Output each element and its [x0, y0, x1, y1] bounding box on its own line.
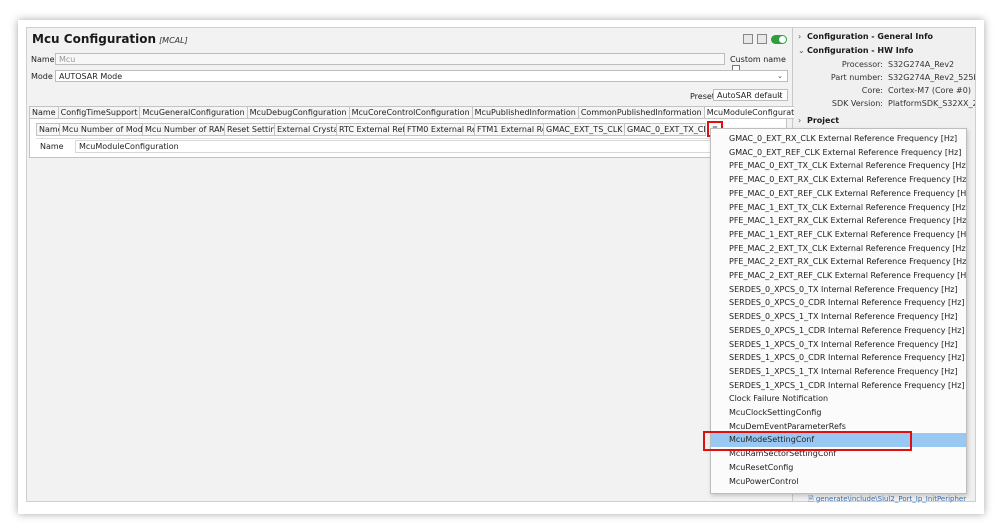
column-header[interactable]: External Crystal ...: [274, 123, 336, 136]
hw-info-section[interactable]: ⌄ Configuration - HW Info: [798, 46, 913, 55]
menu-item[interactable]: SERDES_0_XPCS_0_CDR Internal Reference F…: [711, 296, 966, 310]
row-name-value[interactable]: McuModuleConfiguration: [75, 140, 755, 153]
generated-file-path: generate\include\Siul2_Port_Ip_InitPerip…: [815, 495, 967, 503]
selection-highlight-box: [703, 431, 912, 451]
core-label: Core:: [861, 86, 883, 95]
menu-item[interactable]: PFE_MAC_0_EXT_TX_CLK External Reference …: [711, 159, 966, 173]
enable-toggle[interactable]: [771, 34, 787, 44]
column-header[interactable]: GMAC_EXT_TS_CLK E...: [543, 123, 624, 136]
menu-item[interactable]: SERDES_0_XPCS_0_TX Internal Reference Fr…: [711, 283, 966, 297]
title-text: Mcu Configuration: [32, 32, 157, 46]
table-row[interactable]: Name McuModuleConfiguration: [36, 138, 782, 154]
general-info-title: Configuration - General Info: [807, 32, 934, 41]
menu-item[interactable]: Clock Failure Notification: [711, 392, 966, 406]
menu-item[interactable]: SERDES_1_XPCS_0_TX Internal Reference Fr…: [711, 338, 966, 352]
general-info-section[interactable]: › Configuration - General Info: [798, 32, 933, 41]
menu-item[interactable]: PFE_MAC_1_EXT_REF_CLK External Reference…: [711, 228, 966, 242]
mode-label: Mode: [31, 72, 53, 81]
part-number-label: Part number:: [830, 73, 883, 82]
menu-item[interactable]: PFE_MAC_2_EXT_TX_CLK External Reference …: [711, 242, 966, 256]
chevron-right-icon: ›: [798, 32, 802, 41]
name-field[interactable]: Mcu: [55, 53, 725, 65]
processor-value: S32G274A_Rev2: [888, 60, 955, 69]
column-header[interactable]: Mcu Number of RAM...: [142, 123, 224, 136]
column-headers: Name Mcu Number of Mod... Mcu Number of …: [36, 123, 706, 136]
project-title: Project: [807, 116, 840, 125]
column-header[interactable]: Mcu Number of Mod...: [59, 123, 142, 136]
menu-item[interactable]: McuResetConfig: [711, 461, 966, 475]
core-value: Cortex-M7 (Core #0): [888, 86, 971, 95]
mcal-tag: [MCAL]: [159, 36, 188, 45]
chevron-down-icon: ⌄: [777, 72, 783, 80]
column-header[interactable]: FTM1 External Ref...: [474, 123, 543, 136]
editor-header: Mcu Configuration [MCAL]: [27, 28, 793, 48]
chevron-right-icon: ›: [798, 116, 802, 125]
sdk-version-value: PlatformSDK_S32XX_2022_07: [888, 99, 975, 108]
menu-item[interactable]: McuClockSettingConfig: [711, 406, 966, 420]
menu-item[interactable]: PFE_MAC_1_EXT_RX_CLK External Reference …: [711, 214, 966, 228]
preset-label: Preset: [690, 92, 715, 101]
menu-item[interactable]: GMAC_0_EXT_REF_CLK External Reference Fr…: [711, 146, 966, 160]
column-header[interactable]: GMAC_0_EXT_TX_CLK ...: [624, 123, 706, 136]
preset-value: AutoSAR default: [717, 91, 783, 100]
page-title: Mcu Configuration [MCAL]: [32, 32, 188, 46]
chevron-down-icon: ⌄: [798, 46, 805, 55]
core-row: Core: Cortex-M7 (Core #0): [794, 86, 975, 96]
sdk-version-label: SDK Version:: [831, 99, 883, 108]
menu-item[interactable]: SERDES_1_XPCS_1_CDR Internal Reference F…: [711, 379, 966, 393]
project-section[interactable]: › Project: [798, 116, 839, 125]
custom-name-label: Custom name: [730, 55, 786, 64]
generated-file-link[interactable]: 🗎 generate\include\Siul2_Port_Ip_InitPer…: [808, 495, 966, 506]
name-label: Name: [31, 55, 55, 64]
module-config-table: Name Mcu Number of Mod... Mcu Number of …: [29, 118, 787, 158]
chevron-down-icon: ⌄: [777, 91, 783, 99]
menu-item[interactable]: SERDES_1_XPCS_0_CDR Internal Reference F…: [711, 351, 966, 365]
lock-icon[interactable]: [757, 34, 767, 44]
column-header[interactable]: RTC External Refe...: [336, 123, 404, 136]
processor-label: Processor:: [841, 60, 883, 69]
mcu-editor: Mcu Configuration [MCAL] Name Mcu Custom …: [27, 28, 810, 501]
column-header[interactable]: Reset Setting: [224, 123, 274, 136]
part-number-value: S32G274A_Rev2_525bga: [888, 73, 975, 82]
menu-item[interactable]: PFE_MAC_2_EXT_REF_CLK External Reference…: [711, 269, 966, 283]
menu-item[interactable]: PFE_MAC_0_EXT_REF_CLK External Reference…: [711, 187, 966, 201]
column-header[interactable]: FTM0 External Ref...: [404, 123, 474, 136]
sdk-version-row: SDK Version: PlatformSDK_S32XX_2022_07: [794, 99, 975, 109]
menu-item[interactable]: McuPowerControl: [711, 475, 966, 489]
menu-item[interactable]: SERDES_0_XPCS_1_TX Internal Reference Fr…: [711, 310, 966, 324]
part-number-row: Part number: S32G274A_Rev2_525bga: [794, 73, 975, 83]
mode-value: AUTOSAR Mode: [59, 72, 123, 81]
menu-item[interactable]: PFE_MAC_0_EXT_RX_CLK External Reference …: [711, 173, 966, 187]
column-header[interactable]: Name: [36, 123, 59, 136]
preset-select[interactable]: AutoSAR default ⌄: [713, 89, 788, 101]
menu-item[interactable]: PFE_MAC_2_EXT_RX_CLK External Reference …: [711, 255, 966, 269]
processor-row: Processor: S32G274A_Rev2: [794, 60, 975, 70]
menu-item[interactable]: PFE_MAC_1_EXT_TX_CLK External Reference …: [711, 201, 966, 215]
mode-select[interactable]: AUTOSAR Mode ⌄: [55, 70, 788, 82]
document-icon[interactable]: [743, 34, 753, 44]
row-name-label: Name: [40, 142, 64, 151]
menu-item[interactable]: SERDES_1_XPCS_1_TX Internal Reference Fr…: [711, 365, 966, 379]
menu-item[interactable]: SERDES_0_XPCS_1_CDR Internal Reference F…: [711, 324, 966, 338]
header-icons: [743, 34, 787, 44]
hw-info-title: Configuration - HW Info: [807, 46, 914, 55]
menu-item[interactable]: GMAC_0_EXT_RX_CLK External Reference Fre…: [711, 132, 966, 146]
